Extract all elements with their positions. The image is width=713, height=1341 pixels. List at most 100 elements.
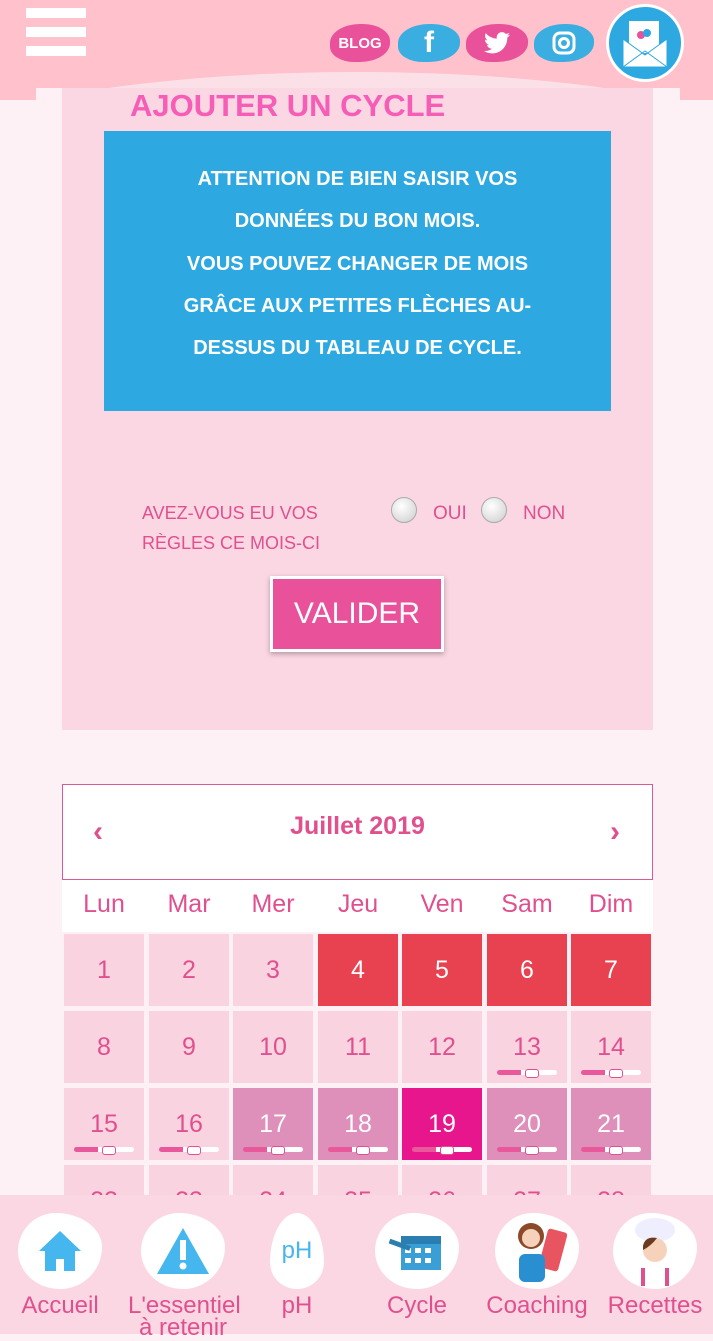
weekday-label: Dim <box>588 890 634 918</box>
calendar-day[interactable]: 7 <box>571 934 651 1006</box>
menu-icon[interactable] <box>26 8 86 56</box>
ovulation-test-icon <box>328 1146 388 1155</box>
day-number: 7 <box>604 956 618 984</box>
home-icon <box>18 1213 102 1289</box>
nav-label-text: Recettes <box>607 1292 703 1319</box>
nav-label: Accueil <box>5 1292 115 1319</box>
calendar-day[interactable]: 6 <box>487 934 567 1006</box>
day-number: 17 <box>259 1110 287 1138</box>
notice-line: DESSUS DU TABLEAU DE CYCLE. <box>193 337 522 360</box>
nav-label-text: à retenir <box>138 1314 228 1341</box>
nav-label: pH <box>242 1294 352 1318</box>
day-number: 21 <box>597 1110 625 1138</box>
nav-item-cycle[interactable]: Cycle <box>362 1213 472 1319</box>
calendar-icon <box>375 1213 459 1289</box>
notice-line: DONNÉES DU BON MOIS. <box>234 210 481 233</box>
notice-line: GRÂCE AUX PETITES FLÈCHES AU- <box>183 294 532 317</box>
page-title: AJOUTER UN CYCLE <box>130 88 446 123</box>
blog-label: BLOG <box>338 34 382 52</box>
ovulation-test-icon <box>74 1146 134 1155</box>
calendar-day[interactable]: 5 <box>402 934 482 1006</box>
weekday-label: Ven <box>420 890 464 918</box>
newsletter-mail-icon[interactable] <box>606 4 684 82</box>
calendar-day[interactable]: 4 <box>318 934 398 1006</box>
day-number: 9 <box>182 1033 196 1061</box>
calendar-day[interactable]: 19 <box>402 1088 482 1160</box>
blog-button[interactable]: BLOG <box>330 24 390 62</box>
calendar-day[interactable]: 20 <box>487 1088 567 1160</box>
day-number: 20 <box>513 1110 541 1138</box>
twitter-icon[interactable] <box>466 24 528 62</box>
ovulation-test-icon <box>581 1146 641 1155</box>
nav-item-lessentiel[interactable]: L'essentiel à retenir <box>128 1213 241 1341</box>
nav-label: L'essentiel à retenir <box>128 1294 241 1341</box>
facebook-icon[interactable]: f <box>398 24 460 62</box>
nav-label-text: Coaching <box>486 1292 588 1319</box>
day-number: 13 <box>513 1033 541 1061</box>
calendar-day[interactable]: 11 <box>318 1011 398 1083</box>
calendar-day[interactable]: 13 <box>487 1011 567 1083</box>
calendar-day[interactable]: 17 <box>233 1088 313 1160</box>
calendar-day[interactable]: 15 <box>64 1088 144 1160</box>
day-number: 12 <box>428 1033 456 1061</box>
ovulation-test-icon <box>581 1069 641 1078</box>
bottom-nav: Accueil L'essentiel à retenir pH pH Cycle Coac… <box>0 1195 713 1340</box>
day-number: 10 <box>259 1033 287 1061</box>
day-number: 6 <box>520 956 534 984</box>
calendar-day[interactable]: 3 <box>233 934 313 1006</box>
ovulation-test-icon <box>497 1146 557 1155</box>
calendar-day[interactable]: 14 <box>571 1011 651 1083</box>
calendar-day[interactable]: 2 <box>149 934 229 1006</box>
chef-icon <box>613 1213 697 1289</box>
calendar-header: ‹ Juillet 2019 › <box>62 784 653 880</box>
nav-item-accueil[interactable]: Accueil <box>5 1213 115 1319</box>
calendar-day[interactable]: 8 <box>64 1011 144 1083</box>
nav-item-coaching[interactable]: Coaching <box>482 1213 592 1319</box>
ovulation-test-icon <box>412 1146 472 1155</box>
nav-item-recettes[interactable]: Recettes <box>600 1213 710 1319</box>
nav-label: Coaching <box>482 1292 592 1319</box>
day-number: 4 <box>351 956 365 984</box>
calendar-day[interactable]: 18 <box>318 1088 398 1160</box>
day-number: 5 <box>435 956 449 984</box>
ovulation-test-icon <box>159 1146 219 1155</box>
nav-item-ph[interactable]: pH pH <box>242 1213 352 1318</box>
ovulation-test-icon <box>243 1146 303 1155</box>
nav-label-text: Cycle <box>386 1292 447 1319</box>
radio-yes[interactable] <box>391 497 417 523</box>
period-question: AVEZ-VOUS EU VOS RÈGLES CE MOIS-CI <box>142 498 320 558</box>
calendar-day[interactable]: 10 <box>233 1011 313 1083</box>
calendar-day[interactable]: 9 <box>149 1011 229 1083</box>
notice-line: VOUS POUVEZ CHANGER DE MOIS <box>186 252 529 275</box>
ph-drop-icon: pH <box>270 1213 324 1289</box>
calendar-day[interactable]: 16 <box>149 1088 229 1160</box>
submit-button[interactable]: VALIDER <box>270 576 444 652</box>
next-month-button[interactable]: › <box>610 815 620 849</box>
day-number: 16 <box>175 1110 203 1138</box>
weekday-label: Lun <box>83 890 125 918</box>
question-line: RÈGLES CE MOIS-CI <box>142 533 321 553</box>
day-number: 18 <box>344 1110 372 1138</box>
ovulation-test-icon <box>497 1069 557 1078</box>
day-number: 14 <box>597 1033 625 1061</box>
day-number: 1 <box>97 956 111 984</box>
day-number: 8 <box>97 1033 111 1061</box>
nav-label-text: Accueil <box>21 1292 99 1319</box>
radio-no-label[interactable]: NON <box>523 503 565 525</box>
radio-no[interactable] <box>481 497 507 523</box>
weekday-label: Mer <box>251 890 295 918</box>
calendar-day[interactable]: 1 <box>64 934 144 1006</box>
weekday-label: Sam <box>501 890 553 918</box>
coach-icon <box>495 1213 579 1289</box>
day-number: 2 <box>182 956 196 984</box>
question-line: AVEZ-VOUS EU VOS <box>142 503 318 523</box>
weekday-label: Jeu <box>337 890 379 918</box>
calendar-day[interactable]: 21 <box>571 1088 651 1160</box>
nav-label: Cycle <box>362 1292 472 1319</box>
nav-label: Recettes <box>600 1292 710 1319</box>
instagram-icon[interactable] <box>534 24 594 62</box>
notice-box: ATTENTION DE BIEN SAISIR VOS DONNÉES DU … <box>104 131 611 411</box>
radio-yes-label[interactable]: OUI <box>433 503 467 525</box>
calendar-day[interactable]: 12 <box>402 1011 482 1083</box>
day-number: 3 <box>266 956 280 984</box>
